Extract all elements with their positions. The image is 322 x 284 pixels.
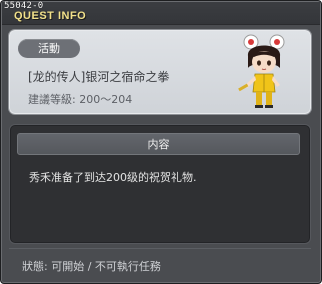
quest-type-badge: 活動 bbox=[18, 39, 80, 58]
divider bbox=[9, 248, 311, 249]
quest-status: 狀態: 可開始 / 不可執行任務 bbox=[22, 260, 161, 273]
content-header: 内容 bbox=[17, 133, 300, 155]
quest-name: [龙的传人]银河之宿命之拳 bbox=[28, 70, 170, 84]
quest-description: 秀禾准备了到达200级的祝贺礼物. bbox=[29, 171, 197, 184]
character-avatar bbox=[238, 34, 285, 108]
title-bar[interactable]: 55042-0 QUEST INFO bbox=[2, 1, 320, 25]
window-title: QUEST INFO bbox=[14, 10, 87, 22]
recommended-level: 建議等級: 200～204 bbox=[28, 93, 133, 106]
